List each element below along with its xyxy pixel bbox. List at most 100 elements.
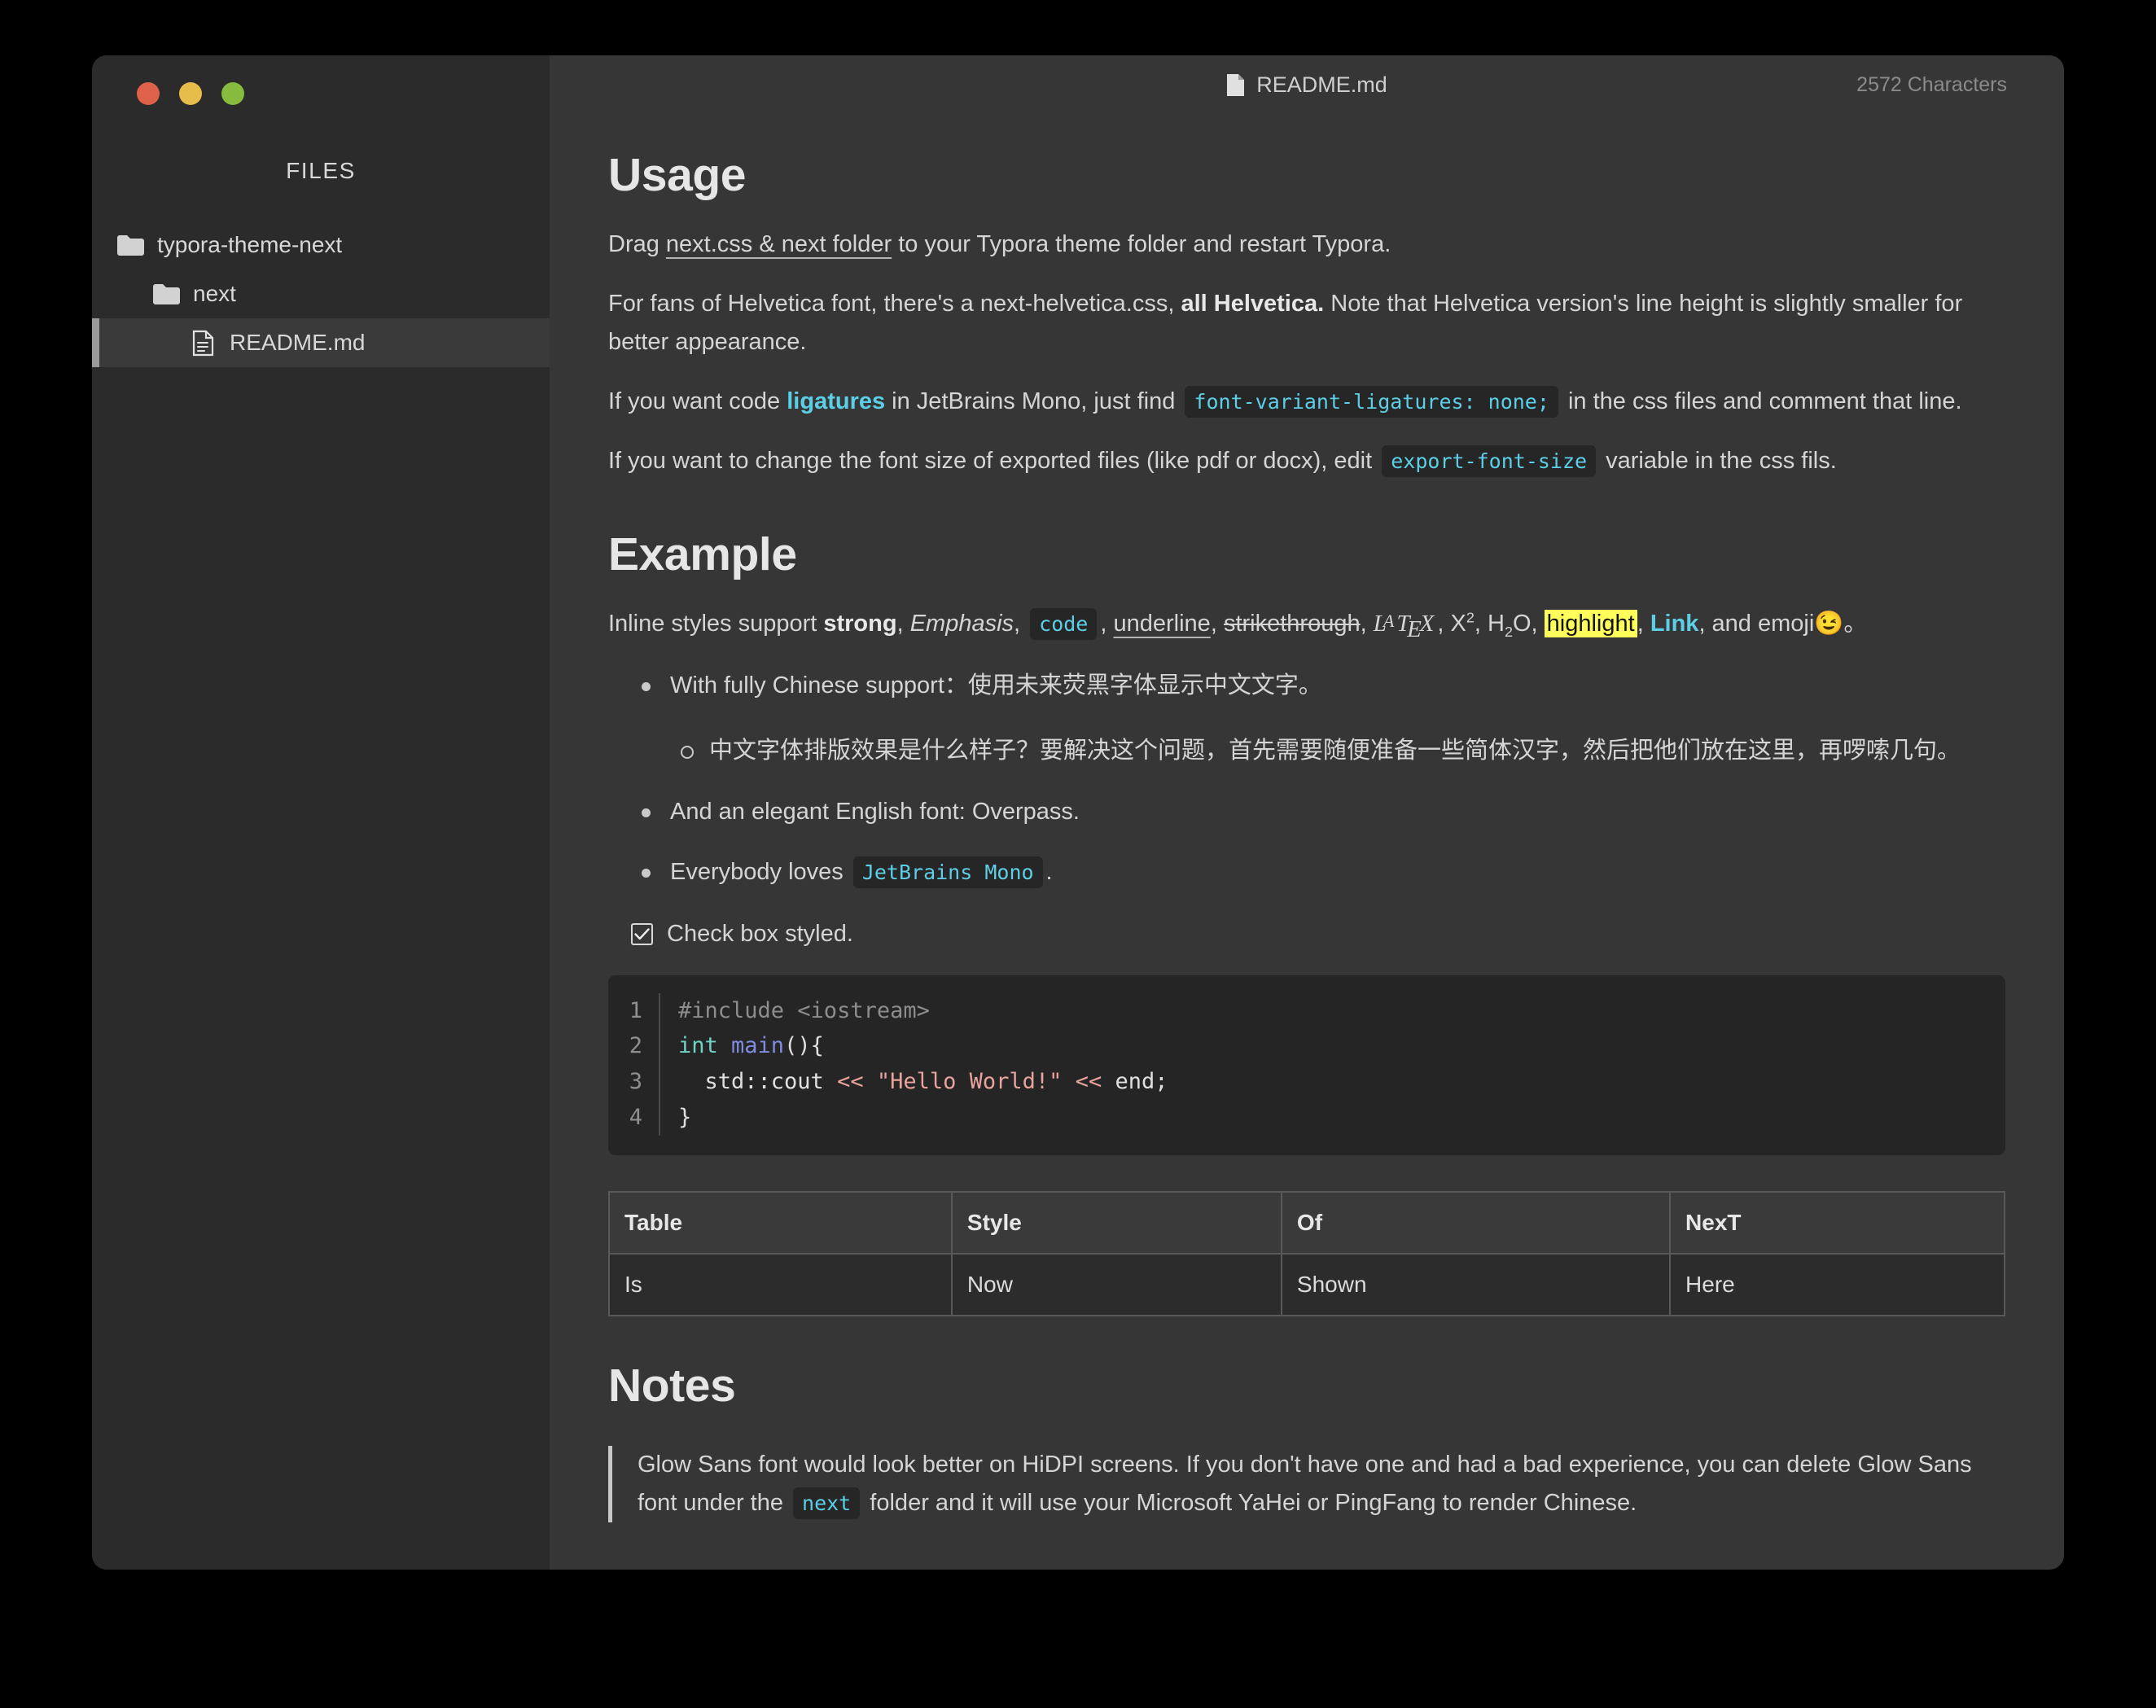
table-row: Is Now Shown Here [609,1254,2005,1316]
italic-text: Emphasis [910,611,1014,637]
table-header-cell: Of [1282,1192,1670,1254]
heading-usage: Usage [608,147,2005,204]
inline-code: JetBrains Mono [853,856,1043,888]
paragraph-helvetica: For fans of Helvetica font, there's a ne… [608,285,2005,361]
table-header-cell: Table [609,1192,952,1254]
text-fragment: folder and it will use your Microsoft Ya… [863,1490,1637,1516]
bold-text: strong [823,611,896,637]
editor-topbar: README.md 2572 Characters [550,55,2064,114]
paragraph-fontsize: If you want to change the font size of e… [608,442,2005,480]
editor-pane: README.md 2572 Characters Usage Drag nex… [550,55,2064,1570]
blockquote: Glow Sans font would look better on HiDP… [608,1446,2005,1522]
folder-icon [116,233,145,257]
file-tree: typora-theme-next next README.md [92,221,550,367]
text-fragment: . [1046,859,1053,885]
maximize-button[interactable] [221,82,244,105]
code-token: end; [1115,1069,1168,1094]
table-row: Table Style Of NexT [609,1192,2005,1254]
inline-code: code [1030,608,1097,640]
code-token: #include <iostream> [678,998,930,1023]
file-icon [188,331,217,355]
text-fragment: 。 [1843,611,1867,637]
code-token: << [1062,1069,1115,1094]
highlighted-text: highlight [1545,610,1637,637]
text-fragment: If you want code [608,388,787,414]
file-icon [1226,73,1245,97]
text-fragment: If you want to change the font size of e… [608,448,1378,474]
underlined-text: underline [1114,611,1211,637]
text-fragment: , and emoji [1698,611,1814,637]
bullet-list: With fully Chinese support：使用未来荧黑字体显示中文文… [631,667,2005,891]
code-token: "Hello World!" [877,1069,1063,1094]
table-header-cell: NexT [1670,1192,2005,1254]
heading-notes: Notes [608,1357,2005,1415]
sub-bullet-list: 中文字体排版效果是什么样子？要解决这个问题，首先需要随便准备一些简体汉字，然后把… [670,731,2005,770]
line-number: 3 [608,1064,659,1100]
minimize-button[interactable] [179,82,202,105]
inline-code: export-font-size [1382,445,1596,477]
code-content: int main(){ [659,1028,2005,1064]
code-content: std::cout << "Hello World!" << end; [659,1064,2005,1100]
text-fragment: in JetBrains Mono, just find [885,388,1181,414]
character-count: 2572 Characters [1856,73,2007,97]
list-item: And an elegant English font: Overpass. [631,793,2005,830]
code-block: 1#include <iostream>2int main(){3 std::c… [608,975,2005,1155]
task-list-item[interactable]: Check box styled. [608,921,2005,948]
code-token: main [731,1033,784,1058]
code-content: } [659,1100,2005,1136]
data-table: Table Style Of NexT Is Now Shown Here [608,1191,2005,1316]
code-content: #include <iostream> [659,993,2005,1029]
code-token: (){ [784,1033,824,1058]
table-header-cell: Style [952,1192,1282,1254]
line-number: 1 [608,993,659,1029]
text-fragment: to your Typora theme folder and restart … [892,231,1391,257]
code-line: 2int main(){ [608,1028,2005,1064]
inline-code: font-variant-ligatures: none; [1185,386,1558,418]
text-fragment: Everybody loves [670,859,850,885]
strikethrough-text: strikethrough [1224,611,1361,637]
sidebar-title: FILES [92,158,550,184]
sidebar-item-next[interactable]: next [92,269,550,318]
sidebar-item-readme[interactable]: README.md [92,318,550,367]
table-cell: Is [609,1254,952,1316]
underlined-text[interactable]: next.css & next folder [666,231,892,257]
sidebar-item-label: next [193,281,236,307]
table-header: Table Style Of NexT [609,1192,2005,1254]
table-cell: Shown [1282,1254,1670,1316]
window-controls [137,82,244,105]
code-token: int [678,1033,731,1058]
subscript-text: H2O [1488,611,1532,637]
code-line: 3 std::cout << "Hello World!" << end; [608,1064,2005,1100]
text-fragment: For fans of Helvetica font, there's a ne… [608,291,1181,317]
text-fragment: in the css files and comment that line. [1562,388,1962,414]
link-ligatures[interactable]: ligatures [787,388,885,414]
sidebar-item-label: typora-theme-next [157,232,342,258]
blockquote-text: Glow Sans font would look better on HiDP… [638,1446,2005,1522]
checkbox-checked[interactable] [631,923,653,945]
sidebar-item-typora-theme-next[interactable]: typora-theme-next [92,221,550,269]
app-window: FILES typora-theme-next next [92,55,2064,1570]
inline-code: next [793,1487,860,1519]
list-item-label: With fully Chinese support：使用未来荧黑字体显示中文文… [670,672,1322,699]
document-body: Usage Drag next.css & next folder to you… [550,114,2064,1570]
latex-logo: LATEX [1374,611,1438,637]
code-line: 4} [608,1100,2005,1136]
link-example[interactable]: Link [1650,611,1699,637]
bullet-list-wrapper: With fully Chinese support：使用未来荧黑字体显示中文文… [608,667,2005,891]
paragraph-inline-styles: Inline styles support strong, Emphasis, … [608,605,2005,644]
superscript-text: X2 [1451,611,1475,637]
folder-icon [151,282,181,306]
sidebar-item-label: README.md [230,330,365,356]
table-body: Is Now Shown Here [609,1254,2005,1316]
task-label: Check box styled. [667,921,853,948]
code-token: } [678,1105,691,1130]
text-fragment: Inline styles support [608,611,823,637]
table-cell: Now [952,1254,1282,1316]
sidebar: FILES typora-theme-next next [92,55,550,1570]
paragraph-ligatures: If you want code ligatures in JetBrains … [608,383,2005,421]
table-cell: Here [1670,1254,2005,1316]
page-title: README.md [1256,72,1387,98]
line-number: 2 [608,1028,659,1064]
close-button[interactable] [137,82,160,105]
code-token: << [837,1069,877,1094]
